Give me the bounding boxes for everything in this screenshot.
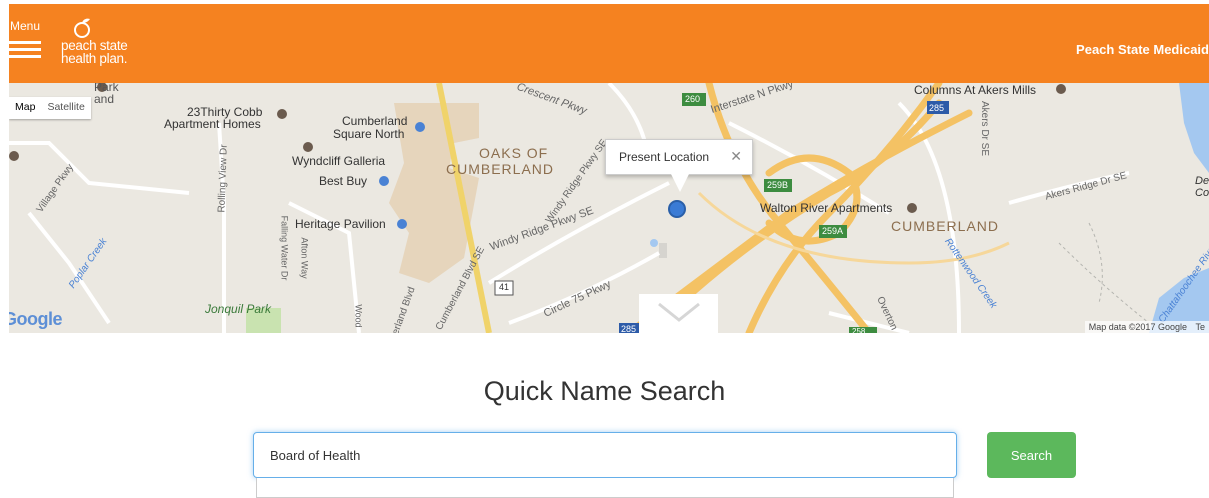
map-label-cumberland-right: CUMBERLAND (891, 218, 1000, 234)
poi-icon (1056, 84, 1066, 94)
map-type-control: Map Satellite (9, 97, 91, 119)
poi-icon (907, 203, 917, 213)
present-location-infowindow: Present Location ✕ (605, 139, 753, 192)
map-attribution-text: Map data ©2017 Google (1088, 322, 1187, 332)
map-label-akers-dr: Akers Dr SE (979, 100, 991, 157)
map-label-afton: Afton Way (299, 237, 310, 279)
poi-shop-icon (397, 219, 407, 229)
map-attribution[interactable]: Map data ©2017 Google Te (1084, 321, 1209, 333)
infowindow-text: Present Location (619, 150, 710, 164)
poi-icon (277, 109, 287, 119)
logo-text: peach state health plan. (61, 39, 128, 66)
map-terms-link[interactable]: Te (1195, 322, 1205, 332)
shield-258-label: 258 (852, 327, 866, 333)
shield-285-label: 285 (929, 103, 945, 113)
map-label-best-buy: Best Buy (319, 174, 368, 188)
map-label-cumberland-square: Cumberland (342, 114, 408, 128)
search-button[interactable]: Search (987, 432, 1076, 478)
shield-41-label: 41 (499, 282, 510, 292)
map-label-heritage: Heritage Pavilion (295, 217, 386, 231)
location-pin-icon[interactable] (668, 200, 686, 218)
map-label-park: Park and (94, 83, 119, 106)
poi-shop-icon (415, 122, 425, 132)
map-label-falling-water: Falling Water Dr (279, 215, 290, 281)
map-label-cumberland-district: CUMBERLAND (446, 161, 555, 177)
map-type-map-button[interactable]: Map (9, 97, 41, 119)
map-panel[interactable]: Park and 23Thirty Cobb Apartment Homes C… (9, 83, 1209, 333)
map-label-square-north: Square North (333, 127, 405, 141)
logo-line-2: health plan. (61, 51, 128, 66)
shield-259a-label: 259A (822, 226, 844, 236)
infowindow-tail (671, 174, 689, 192)
map-label-walton: Walton River Apartments (760, 201, 893, 215)
shield-260-label: 260 (685, 94, 701, 104)
search-input[interactable] (253, 432, 957, 478)
map-label-columns: Columns At Akers Mills (914, 83, 1037, 97)
map-label-apartment-homes: Apartment Homes (164, 117, 261, 131)
map-collapse-toggle[interactable] (639, 294, 718, 333)
map-label-jonquil: Jonquil Park (205, 302, 272, 316)
page-title: Quick Name Search (483, 376, 726, 406)
close-icon[interactable]: ✕ (730, 148, 742, 165)
chevron-down-icon (658, 302, 700, 322)
poi-icon (9, 151, 19, 161)
autocomplete-dropdown[interactable] (256, 478, 954, 498)
map-label-oaks-of: OAKS OF (479, 145, 549, 161)
top-navbar: Menu peach state health plan. Peach Stat… (9, 4, 1209, 83)
map-label-wyndcliff: Wyndcliff Galleria (292, 154, 386, 168)
google-logo[interactable]: Google (9, 309, 63, 330)
hamburger-menu-icon[interactable] (9, 41, 41, 60)
shield-259b-label: 259B (767, 180, 789, 190)
brand-link[interactable]: Peach State Medicaid (1076, 42, 1209, 57)
peach-icon (74, 18, 90, 38)
map-label-wood: Wood (353, 304, 364, 328)
poi-icon (303, 142, 313, 152)
shield-285-bottom-label: 285 (621, 324, 637, 333)
map-type-satellite-button[interactable]: Satellite (41, 97, 90, 119)
menu-label: Menu (10, 19, 41, 33)
poi-shop-icon (379, 176, 389, 186)
map-label-de-co: De Co (1195, 175, 1209, 199)
peach-state-logo[interactable]: peach state health plan. (61, 17, 151, 77)
